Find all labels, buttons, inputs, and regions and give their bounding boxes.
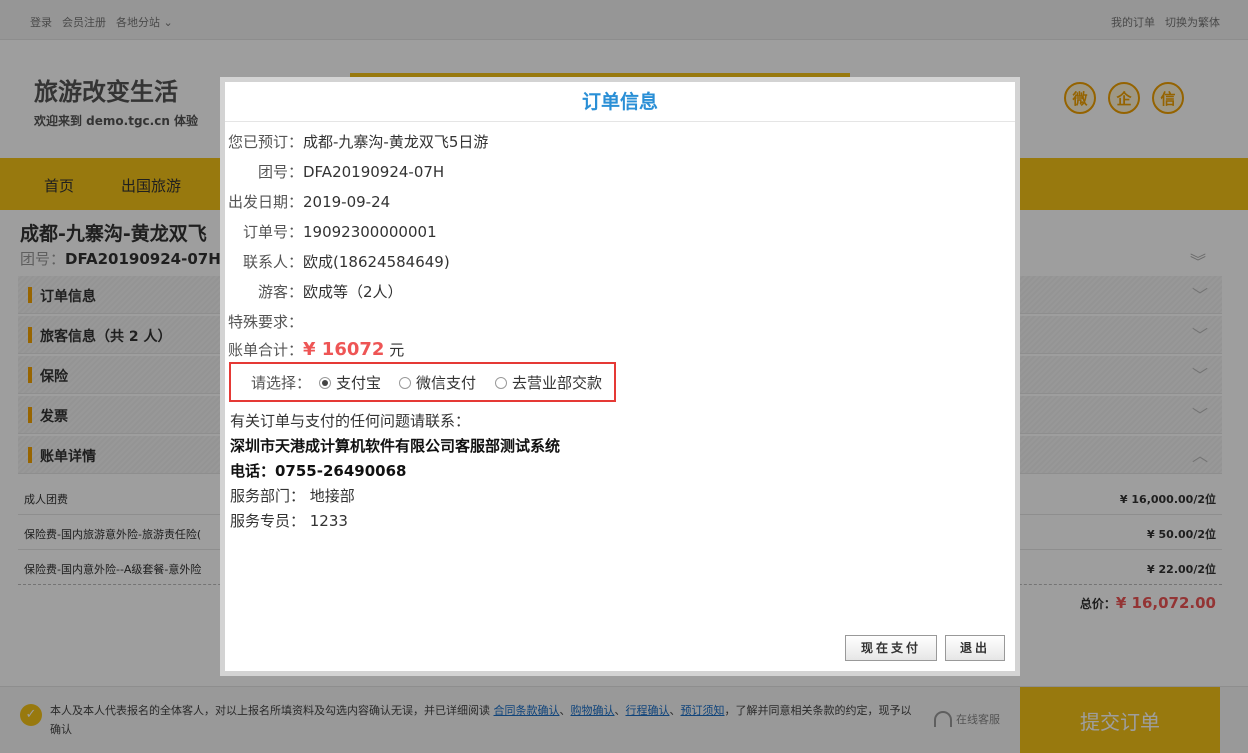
service-department: 服务部门： 地接部 xyxy=(230,487,355,505)
booked-product: 您已预订：成都-九寨沟-黄龙双飞5日游 xyxy=(227,133,489,151)
pay-option-alipay[interactable]: 支付宝 xyxy=(319,372,381,393)
bill-total-row: 账单合计：¥ 16072 元 xyxy=(227,339,405,360)
radio-icon[interactable] xyxy=(495,376,507,389)
phone-number: 电话：0755-26490068 xyxy=(230,462,407,480)
order-number-row: 订单号：19092300000001 xyxy=(242,223,437,241)
group-number-row: 团号：DFA20190924-07H xyxy=(257,163,445,181)
special-request-row: 特殊要求： xyxy=(227,313,303,331)
contact-person-row: 联系人：欧成(18624584649) xyxy=(242,253,450,271)
travelers-row: 游客：欧成等（2人） xyxy=(257,283,403,301)
radio-selected-icon[interactable] xyxy=(319,376,331,389)
pay-now-button[interactable]: 现在支付 xyxy=(845,635,937,661)
order-info-dialog: 订单信息 您已预订：成都-九寨沟-黄龙双飞5日游 团号：DFA20190924-… xyxy=(220,77,1020,676)
contact-intro: 有关订单与支付的任何问题请联系： xyxy=(230,412,471,430)
exit-button[interactable]: 退出 xyxy=(945,635,1005,661)
payment-method-selector: 请选择： 支付宝 微信支付 去营业部交款 xyxy=(229,362,616,402)
pay-option-branch[interactable]: 去营业部交款 xyxy=(495,372,602,393)
radio-icon[interactable] xyxy=(399,376,411,389)
service-specialist: 服务专员： 1233 xyxy=(230,512,348,530)
pay-option-wechat[interactable]: 微信支付 xyxy=(399,372,476,393)
company-name: 深圳市天港成计算机软件有限公司客服部测试系统 xyxy=(230,437,561,455)
dialog-title: 订单信息 xyxy=(225,82,1015,122)
departure-date-row: 出发日期：2019-09-24 xyxy=(227,193,391,211)
